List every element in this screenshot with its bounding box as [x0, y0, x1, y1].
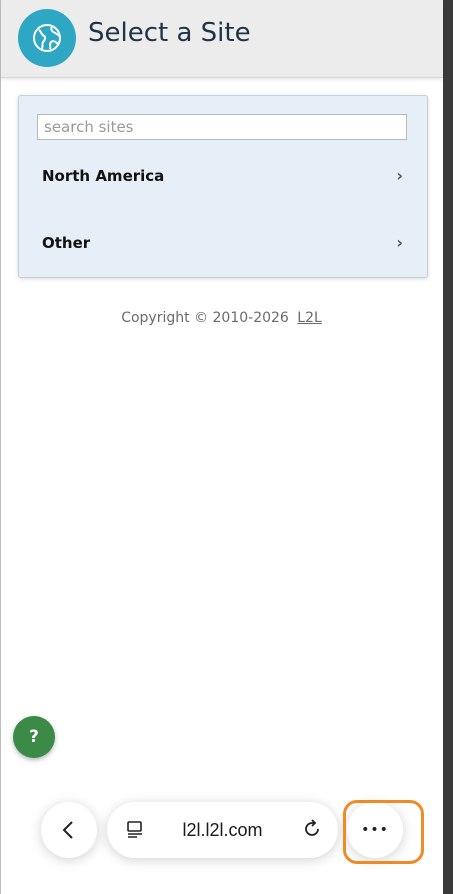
copyright-icon: © [194, 310, 209, 326]
page-title: Select a Site [88, 18, 251, 48]
copyright-years: 2010-2026 [212, 310, 289, 326]
site-row-north-america[interactable]: North America › [19, 149, 427, 209]
site-label: North America [42, 167, 165, 185]
left-edge [0, 0, 1, 894]
header: Select a Site [1, 0, 443, 78]
highlight-outline [343, 800, 424, 864]
address-bar[interactable]: l2l.l2l.com [107, 802, 338, 858]
copyright-footer: Copyright © 2010-2026 L2L [0, 310, 443, 326]
copyright-text: Copyright [121, 310, 190, 326]
url-text: l2l.l2l.com [182, 819, 263, 840]
search-input[interactable] [37, 114, 407, 140]
right-edge [443, 0, 453, 894]
help-label: ? [29, 727, 39, 747]
back-button[interactable] [41, 802, 97, 858]
site-row-other[interactable]: Other › [19, 216, 427, 276]
site-list-card: North America › Other › [18, 95, 428, 278]
tabs-icon [127, 821, 142, 838]
l2l-link[interactable]: L2L [297, 310, 322, 326]
help-button[interactable]: ? [13, 716, 55, 758]
site-label: Other [42, 234, 91, 252]
chevron-left-icon [62, 821, 73, 839]
reload-icon[interactable] [301, 818, 323, 840]
chevron-right-icon: › [396, 166, 403, 185]
globe-icon [18, 9, 76, 67]
chevron-right-icon: › [396, 233, 403, 252]
